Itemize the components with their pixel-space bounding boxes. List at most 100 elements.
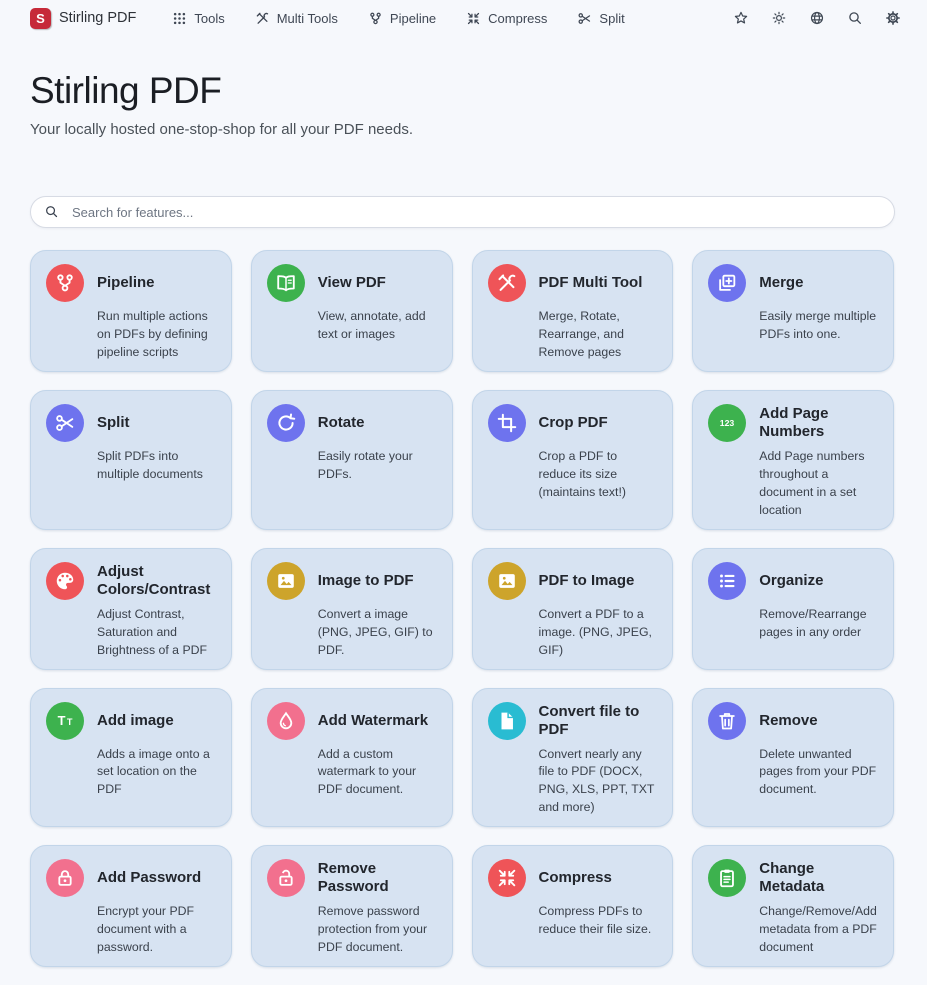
svg-text:T: T	[67, 717, 73, 727]
brand-label: Stirling PDF	[59, 10, 136, 26]
page-title: Stirling PDF	[30, 70, 897, 112]
card-description: Merge, Rotate, Rearrange, and Remove pag…	[539, 308, 658, 362]
svg-text:T: T	[58, 713, 66, 728]
feature-card-compress[interactable]: Compress Compress PDFs to reduce their f…	[472, 845, 674, 967]
card-title: Rotate	[318, 414, 437, 432]
feature-card-adjust-colors-contrast[interactable]: Adjust Colors/Contrast Adjust Contrast, …	[30, 548, 232, 670]
card-description: Encrypt your PDF document with a passwor…	[97, 903, 216, 957]
card-description: Delete unwanted pages from your PDF docu…	[759, 746, 878, 800]
search-input[interactable]	[30, 196, 895, 228]
scissors-icon	[577, 11, 592, 26]
card-description: Run multiple actions on PDFs by defining…	[97, 308, 216, 362]
card-description: Crop a PDF to reduce its size (maintains…	[539, 448, 658, 502]
nav-item-pipeline[interactable]: Pipeline	[368, 11, 436, 26]
card-description: Convert a image (PNG, JPEG, GIF) to PDF.	[318, 606, 437, 660]
image-icon	[267, 562, 305, 600]
card-title: Add Page Numbers	[759, 405, 878, 441]
compress-icon	[466, 11, 481, 26]
hammer-wrench-icon	[255, 11, 270, 26]
card-title: Add Password	[97, 869, 216, 887]
feature-card-add-page-numbers[interactable]: 123 Add Page Numbers Add Page numbers th…	[692, 390, 894, 530]
search-button[interactable]	[847, 10, 863, 26]
text-size-icon: TT	[46, 702, 84, 740]
card-description: Easily merge multiple PDFs into one.	[759, 308, 878, 344]
feature-card-remove[interactable]: Remove Delete unwanted pages from your P…	[692, 688, 894, 828]
star-icon	[733, 10, 749, 26]
card-description: Change/Remove/Add metadata from a PDF do…	[759, 903, 878, 957]
brightness-button[interactable]	[771, 10, 787, 26]
merge-icon	[708, 264, 746, 302]
onetwothree-icon: 123	[708, 404, 746, 442]
unlock-icon	[267, 859, 305, 897]
feature-card-view-pdf[interactable]: View PDF View, annotate, add text or ima…	[251, 250, 453, 372]
feature-card-image-to-pdf[interactable]: Image to PDF Convert a image (PNG, JPEG,…	[251, 548, 453, 670]
stirling-logo-icon: S	[30, 8, 51, 29]
card-description: Convert a PDF to a image. (PNG, JPEG, GI…	[539, 606, 658, 660]
card-title: Add Watermark	[318, 712, 437, 730]
card-description: Adjust Contrast, Saturation and Brightne…	[97, 606, 216, 660]
search-icon	[847, 10, 863, 26]
card-title: Add image	[97, 712, 216, 730]
brand[interactable]: S Stirling PDF	[30, 8, 136, 29]
card-title: View PDF	[318, 274, 437, 292]
card-title: Merge	[759, 274, 878, 292]
nav-actions	[733, 10, 901, 26]
card-title: Convert file to PDF	[539, 703, 658, 739]
list-icon	[708, 562, 746, 600]
pipeline-icon	[368, 11, 383, 26]
scissors-icon	[46, 404, 84, 442]
settings-icon	[885, 10, 901, 26]
compress-icon	[488, 859, 526, 897]
feature-card-pipeline[interactable]: Pipeline Run multiple actions on PDFs by…	[30, 250, 232, 372]
feature-search	[30, 196, 895, 228]
card-title: Pipeline	[97, 274, 216, 292]
pipeline-icon	[46, 264, 84, 302]
nav-item-compress[interactable]: Compress	[466, 11, 547, 26]
feature-card-crop-pdf[interactable]: Crop PDF Crop a PDF to reduce its size (…	[472, 390, 674, 530]
hero-section: Stirling PDF Your locally hosted one-sto…	[0, 70, 927, 138]
card-title: Image to PDF	[318, 572, 437, 590]
card-title: Crop PDF	[539, 414, 658, 432]
hammer-wrench-icon	[488, 264, 526, 302]
file-icon	[488, 702, 526, 740]
card-description: Split PDFs into multiple documents	[97, 448, 216, 484]
feature-card-rotate[interactable]: Rotate Easily rotate your PDFs.	[251, 390, 453, 530]
card-title: Organize	[759, 572, 878, 590]
image-icon	[488, 562, 526, 600]
nav-item-multi-tools[interactable]: Multi Tools	[255, 11, 338, 26]
trash-icon	[708, 702, 746, 740]
feature-card-merge[interactable]: Merge Easily merge multiple PDFs into on…	[692, 250, 894, 372]
feature-card-organize[interactable]: Organize Remove/Rearrange pages in any o…	[692, 548, 894, 670]
page-subtitle: Your locally hosted one-stop-shop for al…	[30, 121, 897, 138]
search-icon	[44, 204, 59, 219]
nav-item-tools[interactable]: Tools	[172, 11, 224, 26]
star-button[interactable]	[733, 10, 749, 26]
card-description: View, annotate, add text or images	[318, 308, 437, 344]
feature-card-pdf-multi-tool[interactable]: PDF Multi Tool Merge, Rotate, Rearrange,…	[472, 250, 674, 372]
settings-button[interactable]	[885, 10, 901, 26]
top-navbar: S Stirling PDF Tools Multi Tools Pipelin…	[0, 0, 927, 34]
card-description: Easily rotate your PDFs.	[318, 448, 437, 484]
card-title: Split	[97, 414, 216, 432]
water-drop-icon	[267, 702, 305, 740]
feature-card-add-image[interactable]: TT Add image Adds a image onto a set loc…	[30, 688, 232, 828]
feature-card-add-password[interactable]: Add Password Encrypt your PDF document w…	[30, 845, 232, 967]
card-description: Add a custom watermark to your PDF docum…	[318, 746, 437, 800]
card-title: PDF to Image	[539, 572, 658, 590]
globe-button[interactable]	[809, 10, 825, 26]
card-description: Compress PDFs to reduce their file size.	[539, 903, 658, 939]
card-title: Remove	[759, 712, 878, 730]
feature-card-add-watermark[interactable]: Add Watermark Add a custom watermark to …	[251, 688, 453, 828]
card-title: PDF Multi Tool	[539, 274, 658, 292]
feature-card-convert-file-to-pdf[interactable]: Convert file to PDF Convert nearly any f…	[472, 688, 674, 828]
feature-card-remove-password[interactable]: Remove Password Remove password protecti…	[251, 845, 453, 967]
card-description: Adds a image onto a set location on the …	[97, 746, 216, 800]
feature-card-pdf-to-image[interactable]: PDF to Image Convert a PDF to a image. (…	[472, 548, 674, 670]
card-description: Convert nearly any file to PDF (DOCX, PN…	[539, 746, 658, 818]
svg-text:123: 123	[720, 418, 735, 428]
feature-card-change-metadata[interactable]: Change Metadata Change/Remove/Add metada…	[692, 845, 894, 967]
card-title: Compress	[539, 869, 658, 887]
globe-icon	[809, 10, 825, 26]
feature-card-split[interactable]: Split Split PDFs into multiple documents	[30, 390, 232, 530]
nav-item-split[interactable]: Split	[577, 11, 624, 26]
